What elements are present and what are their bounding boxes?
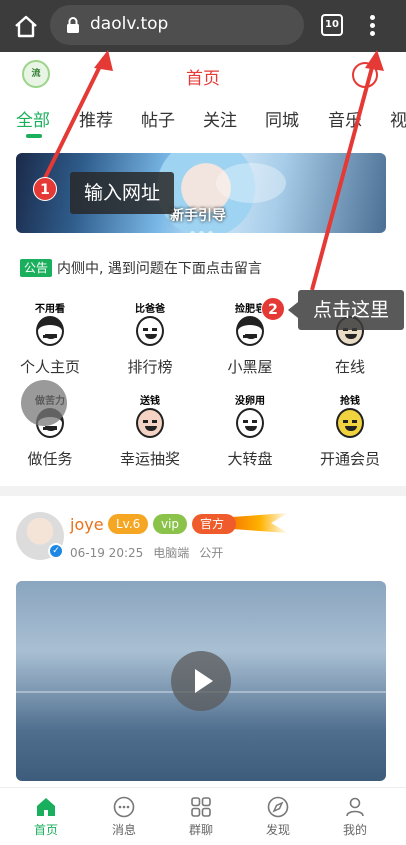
step-badge-1: 1 (33, 177, 57, 201)
video-player[interactable] (16, 581, 386, 781)
post-meta: 06-19 20:25 电脑端 公开 (70, 544, 233, 561)
tab-video[interactable]: 视 (390, 106, 406, 131)
grid-item-membership[interactable]: 抢钱 开通会员 (300, 392, 400, 472)
grid-label: 幸运抽奖 (119, 450, 180, 468)
grid-label: 在线 (334, 358, 365, 376)
meme-lottery-icon: 送钱 (124, 392, 176, 444)
category-tabs: 全部 推荐 帖子 关注 同城 音乐 视 (0, 98, 406, 142)
bottom-nav: 首页 消息 群聊 发现 我的 (0, 787, 406, 845)
group-icon (190, 796, 212, 818)
callout-enter-url: 输入网址 (70, 172, 174, 214)
grid-item-lottery[interactable]: 送钱 幸运抽奖 (100, 392, 200, 472)
home-icon (35, 796, 57, 818)
vip-badge: vip (153, 514, 188, 534)
page-title: 首页 (186, 69, 220, 89)
tab-all[interactable]: 全部 (16, 106, 50, 131)
tab-recommend[interactable]: 推荐 (79, 106, 113, 131)
message-icon (113, 796, 135, 818)
header-action-icon[interactable] (352, 62, 378, 88)
nav-item-discover[interactable]: 发现 (248, 796, 308, 838)
grid-item-wheel[interactable]: 没卵用 大转盘 (200, 392, 300, 472)
meme-profile-icon: 不用看 (24, 300, 76, 352)
post-device: 电脑端 (153, 546, 190, 560)
tab-posts[interactable]: 帖子 (141, 106, 175, 131)
nav-label: 发现 (265, 823, 290, 837)
nav-item-home[interactable]: 首页 (16, 796, 76, 838)
grid-item-blackroom[interactable]: 捡肥皂 小黑屋 (200, 300, 300, 380)
banner-illustration-highlight (216, 163, 286, 203)
step-badge-2: 2 (261, 297, 285, 321)
announcement[interactable]: 公告 内侧中, 遇到问题在下面点击留言 (20, 258, 262, 278)
grid-item-profile[interactable]: 不用看 个人主页 (0, 300, 100, 380)
official-badge: 官方 (192, 514, 237, 534)
tab-following[interactable]: 关注 (203, 106, 237, 131)
section-divider (0, 486, 406, 496)
browser-menu-icon[interactable] (364, 12, 380, 40)
tab-switcher-button[interactable]: 10 (321, 14, 343, 36)
grid-label: 大转盘 (227, 450, 273, 468)
lock-icon (66, 16, 80, 38)
nav-label: 我的 (342, 823, 367, 837)
post-username[interactable]: joye (70, 515, 104, 534)
app-header: 流 首页 (0, 52, 406, 98)
url-text: daolv.top (90, 14, 169, 34)
grid-item-ranking[interactable]: 比爸爸 排行榜 (100, 300, 200, 380)
banner-pagination (16, 221, 386, 233)
compass-icon (267, 796, 289, 818)
touch-indicator (21, 380, 67, 426)
post-visibility: 公开 (199, 546, 224, 560)
meme-wheel-icon: 没卵用 (224, 392, 276, 444)
grid-label: 个人主页 (19, 358, 80, 376)
nav-item-groups[interactable]: 群聊 (171, 796, 231, 838)
nav-label: 消息 (111, 823, 136, 837)
grid-label: 排行榜 (127, 358, 173, 376)
announcement-tag: 公告 (20, 259, 53, 277)
nav-item-me[interactable]: 我的 (325, 796, 385, 838)
browser-home-icon[interactable] (12, 12, 40, 40)
tab-music[interactable]: 音乐 (328, 106, 362, 131)
nav-label: 群聊 (188, 823, 213, 837)
verified-icon: ✓ (48, 543, 64, 559)
post-date: 06-19 20:25 (70, 546, 144, 560)
nav-label: 首页 (33, 823, 58, 837)
browser-toolbar: daolv.top 10 (0, 0, 406, 52)
meme-membership-icon: 抢钱 (324, 392, 376, 444)
flame-decoration-icon (232, 513, 288, 533)
address-bar[interactable]: daolv.top (50, 5, 304, 45)
meme-ranking-icon: 比爸爸 (124, 300, 176, 352)
callout-click-here: 点击这里 (288, 290, 404, 330)
tab-local[interactable]: 同城 (265, 106, 299, 131)
level-badge: Lv.6 (108, 514, 149, 534)
tab-indicator (26, 134, 42, 138)
user-icon (344, 796, 366, 818)
grid-label: 开通会员 (319, 450, 380, 468)
grid-label: 做任务 (27, 450, 73, 468)
announcement-text: 内侧中, 遇到问题在下面点击留言 (57, 261, 262, 277)
play-icon[interactable] (171, 651, 231, 711)
nav-item-messages[interactable]: 消息 (94, 796, 154, 838)
grid-label: 小黑屋 (227, 358, 273, 376)
